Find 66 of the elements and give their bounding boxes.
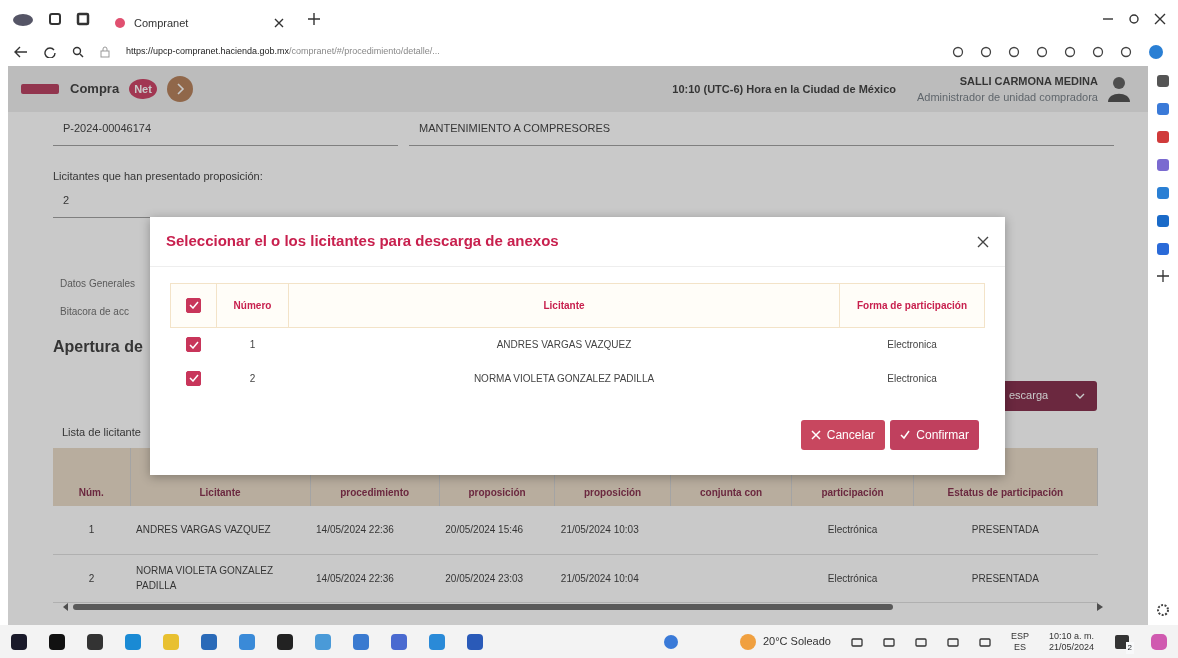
column-header: Licitante bbox=[543, 300, 585, 311]
user-avatar-icon[interactable] bbox=[1108, 76, 1130, 102]
check-icon bbox=[900, 429, 911, 440]
table-cell: NORMA VIOLETA GONZALEZ PADILLA bbox=[136, 565, 274, 591]
user-role: Administrador de unidad compradora bbox=[917, 90, 1098, 105]
scroll-right-icon[interactable] bbox=[1097, 602, 1103, 611]
close-icon[interactable] bbox=[274, 18, 284, 28]
table-cell: 20/05/2024 23:03 bbox=[445, 572, 524, 584]
confirm-button[interactable]: Confirmar bbox=[890, 419, 979, 450]
table-cell: 14/05/2024 22:36 bbox=[316, 524, 394, 536]
column-header: Número bbox=[233, 300, 272, 311]
cancel-button[interactable]: Cancelar bbox=[800, 419, 885, 450]
clock-text: 10:10 (UTC-6) Hora en la Ciudad de México bbox=[672, 81, 896, 97]
table-cell: 2 bbox=[88, 572, 95, 584]
logo-badge: Net bbox=[129, 78, 157, 100]
field-value: P-2024-00046174 bbox=[53, 112, 398, 146]
table-cell: 20/05/2024 15:46 bbox=[445, 524, 524, 536]
language-text[interactable]: ES bbox=[1010, 641, 1029, 653]
logo-text: Compra bbox=[70, 80, 120, 99]
field-value: MANTENIMIENTO A COMPRESORES bbox=[409, 112, 1114, 146]
table-cell: PRESENTADA bbox=[971, 524, 1039, 536]
table-cell: Electronica bbox=[887, 373, 937, 384]
scrollbar-thumb[interactable] bbox=[73, 603, 893, 610]
date-text[interactable]: 21/05/2024 bbox=[1048, 641, 1094, 653]
table-cell: PRESENTADA bbox=[971, 572, 1039, 584]
close-icon[interactable] bbox=[977, 235, 989, 248]
table-cell: 14/05/2024 22:36 bbox=[316, 572, 394, 584]
table-cell: Electrónica bbox=[827, 524, 878, 536]
table-cell: ANDRES VARGAS VAZQUEZ bbox=[136, 524, 271, 536]
lock-icon bbox=[100, 46, 110, 58]
weather-text[interactable]: 20°C Soleado bbox=[762, 633, 831, 650]
tab-title: Compranet bbox=[134, 15, 190, 31]
scroll-left-icon[interactable] bbox=[63, 602, 69, 611]
table-cell: Electrónica bbox=[827, 572, 878, 584]
checkbox[interactable] bbox=[186, 337, 201, 352]
clock-text[interactable]: 10:10 a. m. bbox=[1048, 630, 1094, 642]
table-cell: 21/05/2024 10:04 bbox=[560, 572, 639, 584]
column-header: Núm. bbox=[53, 448, 131, 506]
dialog-title: Seleccionar el o los licitantes para descarga de anexos bbox=[166, 231, 559, 252]
table-cell: 1 bbox=[88, 524, 95, 536]
chevron-down-icon bbox=[1075, 392, 1085, 399]
table-cell: 1 bbox=[249, 339, 256, 351]
notification-count: 2 bbox=[1125, 641, 1134, 654]
checkbox[interactable] bbox=[186, 297, 201, 313]
next-icon[interactable] bbox=[166, 76, 193, 102]
back-icon[interactable] bbox=[14, 46, 28, 58]
language-text[interactable]: ESP bbox=[1010, 630, 1029, 642]
column-header: Forma de participación bbox=[857, 300, 967, 311]
favicon-icon bbox=[114, 17, 126, 29]
list-label: Lista de licitante bbox=[62, 424, 141, 440]
field-label: Licitantes que han presentado proposición: bbox=[53, 168, 264, 184]
browser-tab[interactable]: Compranet bbox=[104, 8, 294, 38]
new-tab-icon[interactable] bbox=[308, 13, 320, 25]
user-name: SALLI CARMONA MEDINA bbox=[958, 73, 1098, 89]
table-cell: Electronica bbox=[887, 339, 937, 351]
close-icon[interactable] bbox=[1154, 13, 1166, 25]
table-cell: NORMA VIOLETA GONZALEZ PADILLA bbox=[473, 373, 655, 384]
close-icon bbox=[810, 429, 821, 440]
add-icon[interactable] bbox=[1157, 270, 1169, 282]
table-cell: 21/05/2024 10:03 bbox=[560, 524, 639, 536]
table-cell: ANDRES VARGAS VAZQUEZ bbox=[496, 339, 632, 351]
reload-icon[interactable] bbox=[44, 46, 56, 58]
section-title: Apertura de bbox=[53, 336, 143, 357]
table-cell: 2 bbox=[249, 373, 256, 384]
url-field[interactable]: https://upcp-compranet.hacienda.gob.mx/compranet/#/procedimiento/detalle/... bbox=[126, 45, 826, 59]
checkbox[interactable] bbox=[186, 370, 201, 386]
